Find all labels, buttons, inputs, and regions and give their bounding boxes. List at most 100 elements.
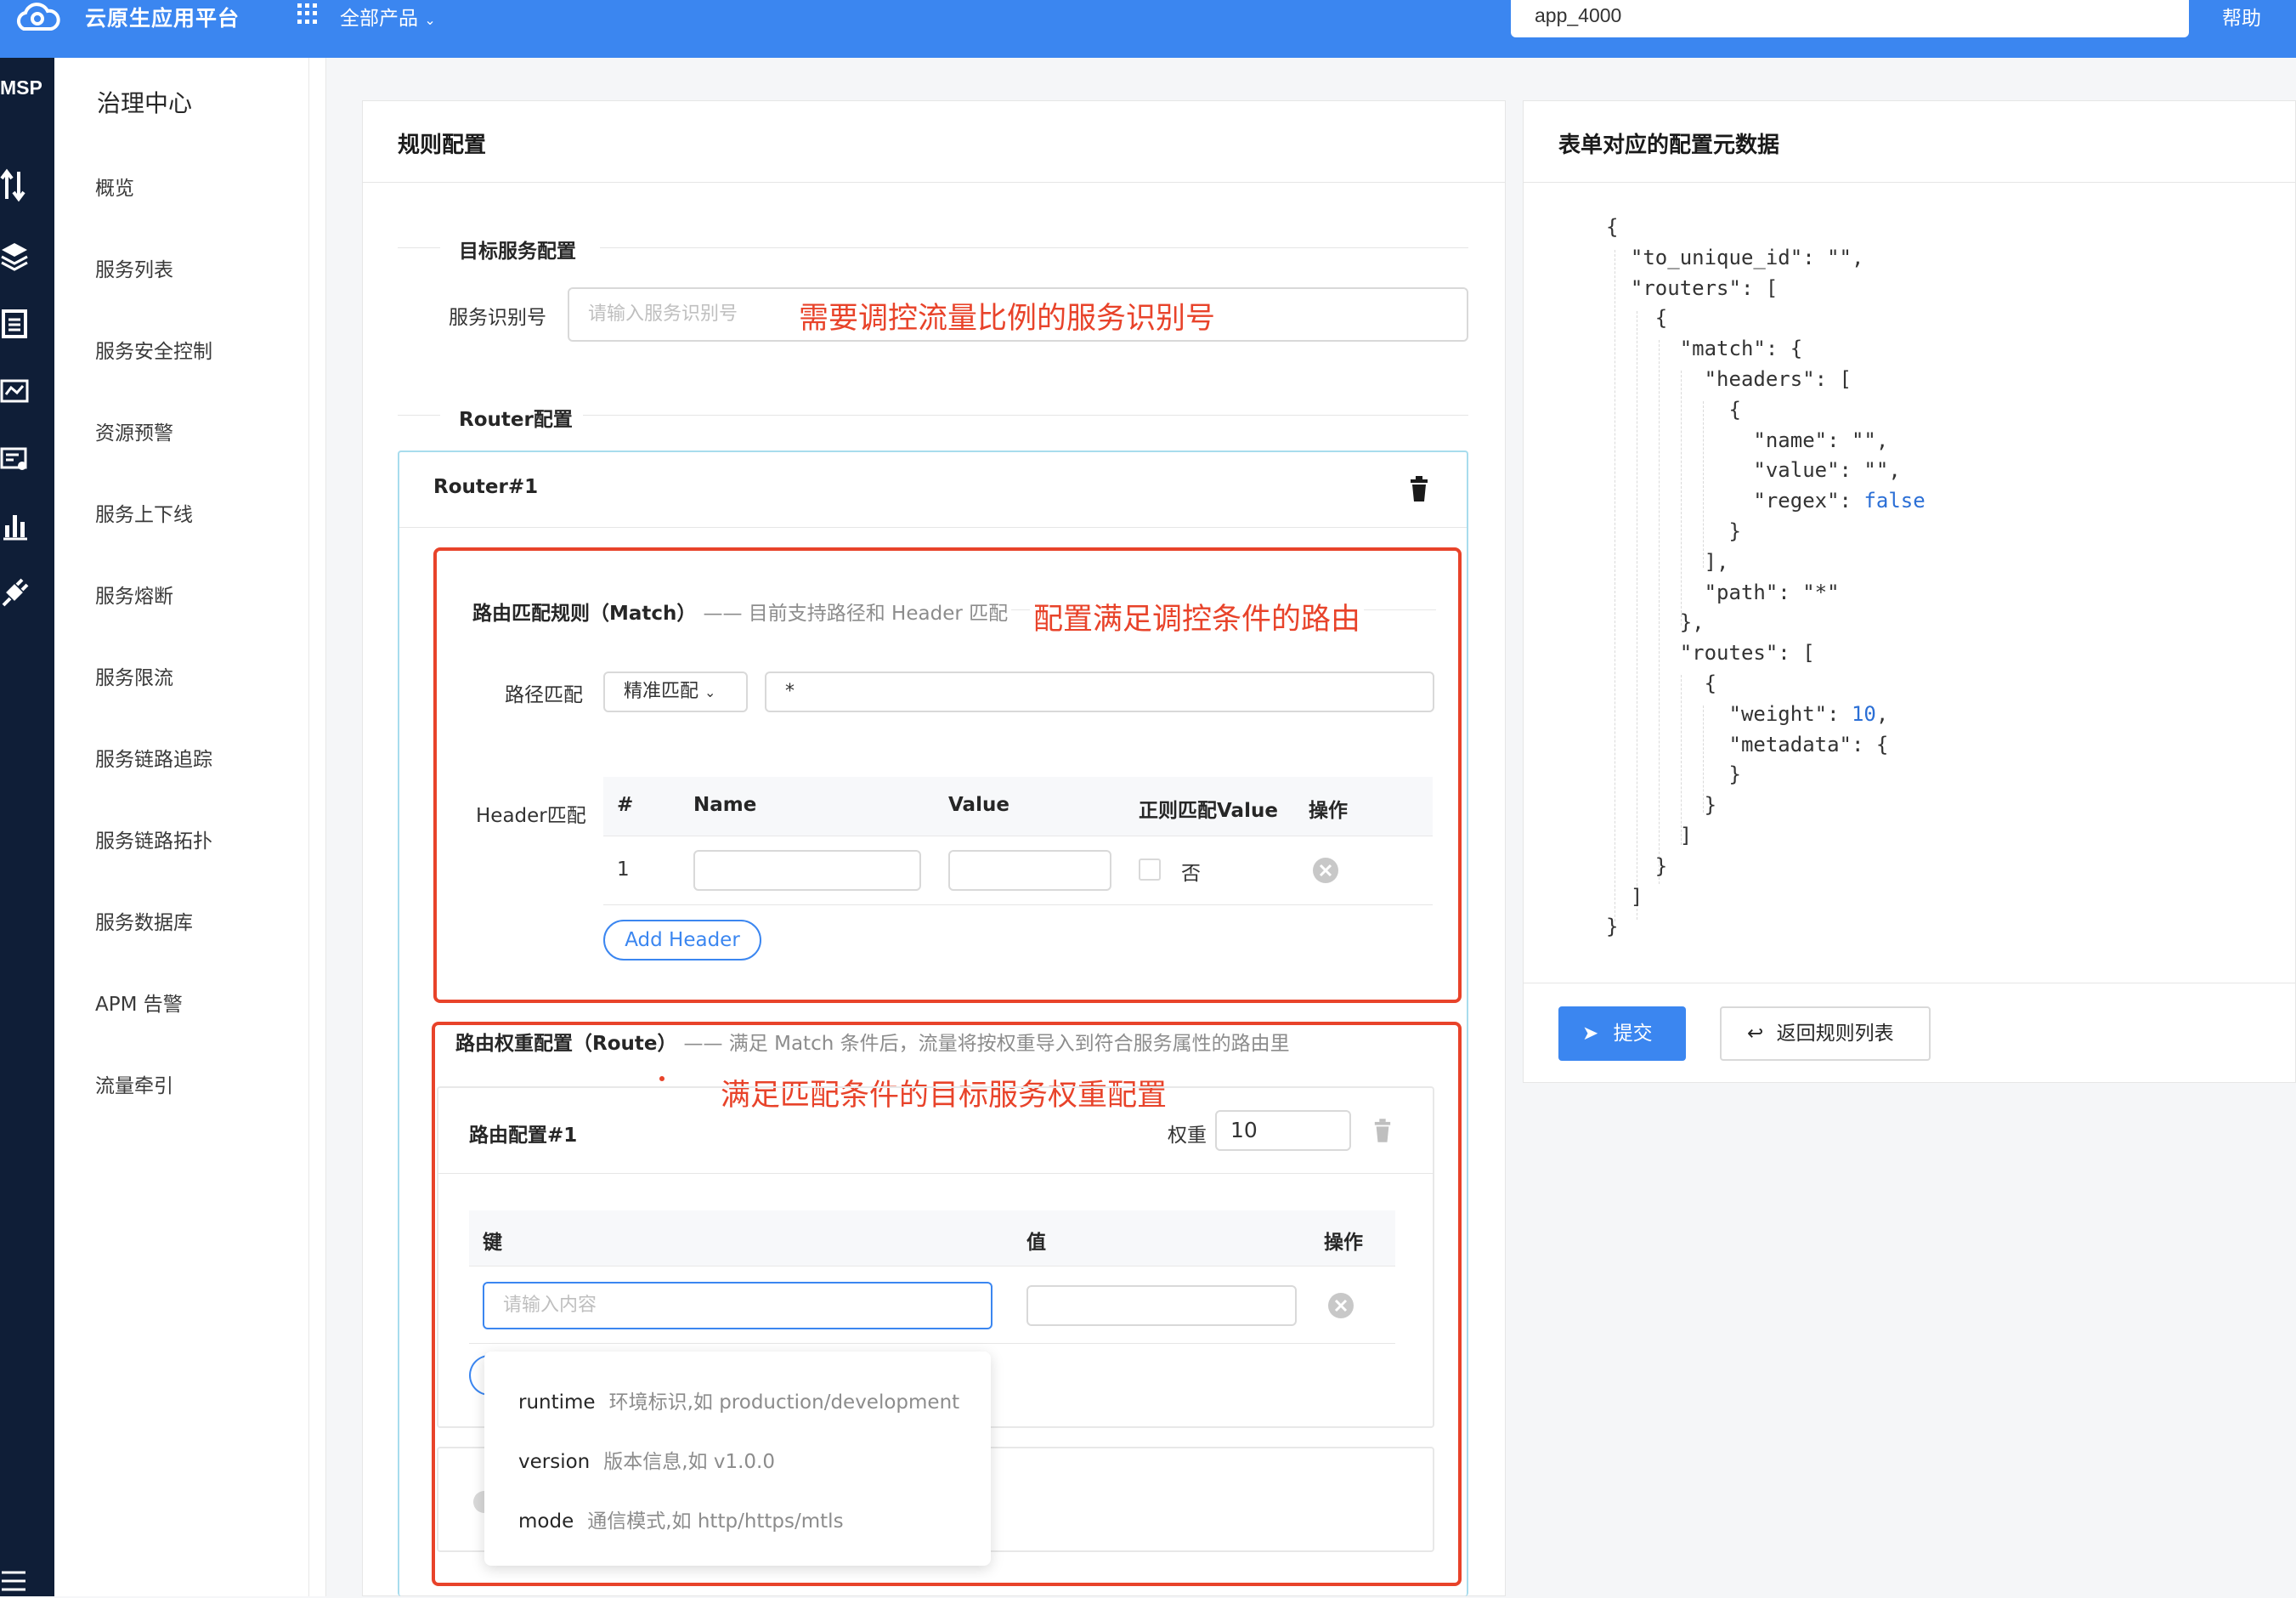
section-line (600, 247, 1468, 248)
json-line: { (1606, 215, 1619, 239)
metadata-table-head (469, 1210, 1395, 1266)
sidebar-item-resource-alert[interactable]: 资源预警 (95, 416, 173, 445)
route-card-divider (438, 1173, 1433, 1174)
bar-chart-icon[interactable] (0, 508, 29, 542)
json-line: "headers": [ (1606, 366, 1852, 391)
sidebar-item-topology[interactable]: 服务链路拓扑 (95, 824, 212, 853)
metadata-key-input[interactable]: 请输入内容 (483, 1282, 992, 1329)
sidebar-item-service-online-offline[interactable]: 服务上下线 (95, 498, 193, 527)
plug-icon[interactable] (0, 576, 29, 610)
json-line: "routers": [ (1606, 275, 1779, 300)
header-match-label: Header匹配 (476, 805, 586, 827)
clipboard-list-icon[interactable] (0, 306, 29, 340)
path-mode-select[interactable]: 精准匹配 ⌄ (603, 672, 748, 712)
dropdown-option-mode[interactable]: mode 通信模式,如 http/https/mtls (518, 1504, 844, 1533)
col-name: Name (693, 794, 757, 816)
router-card-divider (399, 527, 1467, 528)
section-line (398, 247, 440, 248)
cloud-logo-icon[interactable] (12, 0, 63, 34)
back-to-list-button[interactable]: ↩ 返回规则列表 (1720, 1006, 1931, 1061)
metadata-key-dropdown: runtime 环境标识,如 production/development ver… (484, 1352, 991, 1566)
metadata-panel-title: 表单对应的配置元数据 (1558, 133, 1780, 158)
header-value-input[interactable] (948, 850, 1111, 891)
path-value-input[interactable]: * (765, 672, 1434, 712)
table-row-divider (603, 904, 1433, 905)
dashboard-icon[interactable] (0, 374, 29, 408)
json-literal: false (1863, 489, 1926, 513)
col-action: 操作 (1309, 800, 1348, 822)
platform-name[interactable]: 云原生应用平台 (85, 2, 240, 32)
path-match-label: 路径匹配 (505, 684, 583, 706)
json-line: "regex": false (1606, 489, 1926, 513)
trash-icon[interactable] (1409, 476, 1429, 502)
metadata-value-input[interactable] (1026, 1285, 1297, 1326)
json-line: { (1606, 397, 1741, 422)
remove-circle-icon[interactable] (1312, 857, 1339, 884)
option-desc: 版本信息,如 v1.0.0 (603, 1451, 776, 1473)
annotation-dot (659, 1076, 664, 1081)
regex-checkbox-label: 否 (1181, 863, 1201, 885)
header-name-input[interactable] (693, 850, 921, 891)
path-mode-value: 精准匹配 (624, 681, 699, 702)
sidebar-item-tracing[interactable]: 服务链路追踪 (95, 743, 212, 772)
sidebar-item-circuit-breaker[interactable]: 服务熔断 (95, 580, 173, 609)
json-line: "weight": 10, (1606, 701, 1889, 726)
sidebar-item-traffic-steering[interactable]: 流量牵引 (95, 1069, 173, 1098)
col-op: 操作 (1324, 1232, 1363, 1254)
sidebar-item-service-security[interactable]: 服务安全控制 (95, 335, 212, 364)
chevron-down-icon: ⌄ (704, 684, 716, 700)
submit-label: 提交 (1613, 1023, 1653, 1045)
trash-icon[interactable] (1373, 1119, 1392, 1142)
json-line: "routes": [ (1606, 641, 1815, 666)
dropdown-option-runtime[interactable]: runtime 环境标识,如 production/development (518, 1386, 959, 1414)
option-key: version (518, 1451, 591, 1473)
option-desc: 通信模式,如 http/https/mtls (587, 1510, 844, 1533)
col-regex: 正则匹配Value (1139, 800, 1278, 822)
hamburger-menu-icon[interactable] (0, 1564, 29, 1598)
sidebar-item-service-list[interactable]: 服务列表 (95, 253, 173, 282)
col-key: 键 (483, 1232, 502, 1254)
section-line (583, 415, 1468, 416)
rule-config-title: 规则配置 (398, 133, 487, 158)
product-abbr[interactable]: MSP (0, 76, 42, 99)
weight-label: 权重 (1168, 1125, 1207, 1147)
top-bar: 云原生应用平台 全部产品 ⌄ app_4000 帮助 (0, 0, 2296, 58)
submit-button[interactable]: ➤ 提交 (1558, 1006, 1686, 1061)
json-line: { (1606, 671, 1717, 695)
certificate-icon[interactable] (0, 442, 29, 476)
remove-circle-icon[interactable] (1327, 1292, 1354, 1319)
regex-checkbox[interactable] (1139, 858, 1161, 881)
table-row-divider (469, 1343, 1395, 1344)
route-section-title: 路由权重配置（Route） —— 满足 Match 条件后，流量将按权重导入到符… (455, 1027, 1297, 1056)
product-rail: MSP (0, 58, 54, 1596)
all-products-label: 全部产品 (340, 8, 418, 30)
json-line: } (1606, 762, 1741, 787)
weight-input[interactable]: 10 (1215, 1110, 1351, 1151)
panel-divider (1524, 182, 2295, 183)
all-products-menu[interactable]: 全部产品 ⌄ (340, 2, 436, 31)
json-line: { (1606, 306, 1668, 331)
sidebar-item-overview[interactable]: 概览 (95, 172, 134, 201)
route-title: 路由权重配置（Route） (455, 1033, 677, 1055)
layers-icon[interactable] (0, 238, 29, 272)
grid-menu-icon[interactable] (297, 3, 318, 24)
app-search-input[interactable]: app_4000 (1511, 0, 2189, 37)
col-value: Value (948, 794, 1009, 816)
header-row-index: 1 (617, 858, 630, 881)
service-id-annotation: 需要调控流量比例的服务识别号 (799, 302, 1216, 336)
target-service-section-title: 目标服务配置 (459, 241, 576, 263)
config-json-viewer: { "to_unique_id": "", "routers": [ { "ma… (1606, 212, 1926, 943)
sidebar-item-rate-limit[interactable]: 服务限流 (95, 661, 173, 690)
json-line: } (1606, 853, 1668, 878)
option-desc: 环境标识,如 production/development (608, 1391, 960, 1414)
traffic-arrows-icon[interactable] (0, 168, 29, 202)
sidebar-item-apm-alert[interactable]: APM 告警 (95, 988, 183, 1017)
match-title: 路由匹配规则（Match） (472, 603, 697, 625)
add-header-button[interactable]: Add Header (603, 920, 761, 960)
sidebar-item-database[interactable]: 服务数据库 (95, 906, 193, 935)
json-line: ] (1606, 823, 1693, 847)
panel-divider (363, 182, 1505, 183)
help-link[interactable]: 帮助 (2222, 2, 2261, 31)
dropdown-option-version[interactable]: version 版本信息,如 v1.0.0 (518, 1445, 775, 1474)
json-line: "value": "", (1606, 458, 1901, 483)
